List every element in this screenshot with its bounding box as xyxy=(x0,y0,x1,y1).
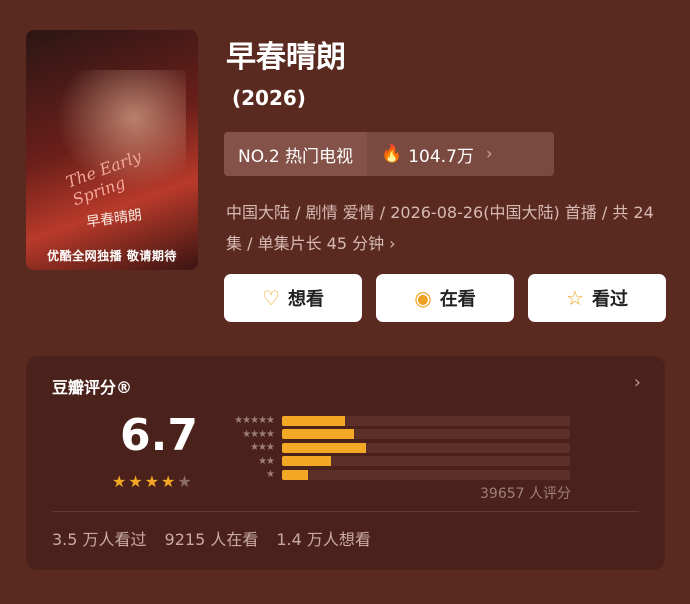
watched-label: 看过 xyxy=(591,289,628,310)
rating-bar-fill xyxy=(282,429,354,440)
rating-bar-row: ★★ xyxy=(222,455,570,469)
chevron-right-icon: › xyxy=(485,144,493,164)
action-buttons: ♡ 想看 ◉ 在看 ☆ 看过 xyxy=(224,274,666,322)
watched-button[interactable]: ☆ 看过 xyxy=(528,274,666,322)
rating-bar-track xyxy=(282,456,570,467)
poster-tagline: 优酷全网独播 敬请期待 xyxy=(47,249,177,263)
rating-bar-fill xyxy=(282,415,346,426)
watching-label: 在看 xyxy=(439,289,476,310)
release-year: (2026) xyxy=(232,86,306,110)
heat-value: 🔥 104.7万 › xyxy=(367,142,507,167)
rating-count: 39657 人评分 xyxy=(480,486,571,502)
watching-button[interactable]: ◉ 在看 xyxy=(376,274,514,322)
want-count: 1.4 万人想看 xyxy=(276,530,371,549)
star-icon: ★★★ xyxy=(112,472,162,491)
rating-stars: ★★★★★ xyxy=(112,472,194,491)
empty-star-icon: ★ xyxy=(177,472,194,491)
heat-number: 104.7万 xyxy=(408,146,474,167)
rating-card: 豆瓣评分® › 6.7 ★★★★★ ★★★★★ ★★★★ ★★★ ★★ ★ 39657 … xyxy=(26,356,665,570)
poster-art-title: 早春晴朗 xyxy=(85,207,143,231)
page-title: 早春晴朗 xyxy=(226,40,346,75)
rating-bar-fill xyxy=(282,442,366,453)
rating-bar-track xyxy=(282,429,570,440)
rating-bar-row: ★ xyxy=(222,468,570,482)
target-icon: ◉ xyxy=(414,286,432,310)
chevron-right-icon[interactable]: › xyxy=(634,372,641,393)
rating-bar-track xyxy=(282,415,570,426)
rank-label: NO.2 热门电视 xyxy=(224,132,368,176)
rating-bar-row: ★★★★★ xyxy=(222,414,570,428)
rating-bar-stars: ★★★★ xyxy=(242,428,275,440)
rating-bar-track xyxy=(282,469,570,480)
divider xyxy=(52,511,639,512)
watching-count: 9215 人在看 xyxy=(164,530,259,549)
rating-distribution: ★★★★★ ★★★★ ★★★ ★★ ★ xyxy=(222,414,570,482)
star-outline-icon: ☆ xyxy=(566,286,584,310)
rating-bar-stars: ★ xyxy=(266,469,275,481)
rating-score: 6.7 xyxy=(120,410,198,461)
rating-bar-fill xyxy=(282,456,331,467)
rating-bar-row: ★★★ xyxy=(222,441,570,455)
half-star-icon: ★ xyxy=(161,472,178,491)
want-label: 想看 xyxy=(287,289,324,310)
rating-bar-track xyxy=(282,442,570,453)
rating-bar-fill xyxy=(282,469,308,480)
heart-plus-icon: ♡ xyxy=(262,286,280,310)
poster-image[interactable]: The Early Spring 早春晴朗 优酷全网独播 敬请期待 xyxy=(26,30,198,270)
watched-count: 3.5 万人看过 xyxy=(52,530,147,549)
flame-icon: 🔥 xyxy=(381,144,403,164)
rating-bar-row: ★★★★ xyxy=(222,428,570,442)
watch-stats: 3.5 万人看过 9215 人在看 1.4 万人想看 xyxy=(52,526,371,550)
rating-bar-stars: ★★ xyxy=(258,455,275,467)
rank-badge[interactable]: NO.2 热门电视 🔥 104.7万 › xyxy=(224,132,554,176)
want-to-watch-button[interactable]: ♡ 想看 xyxy=(224,274,362,322)
rating-bar-stars: ★★★★★ xyxy=(234,415,275,427)
rating-header: 豆瓣评分® xyxy=(52,378,133,397)
rating-bar-stars: ★★★ xyxy=(250,442,275,454)
meta-info[interactable]: 中国大陆 / 剧情 爱情 / 2026-08-26(中国大陆) 首播 / 共 2… xyxy=(226,197,656,259)
